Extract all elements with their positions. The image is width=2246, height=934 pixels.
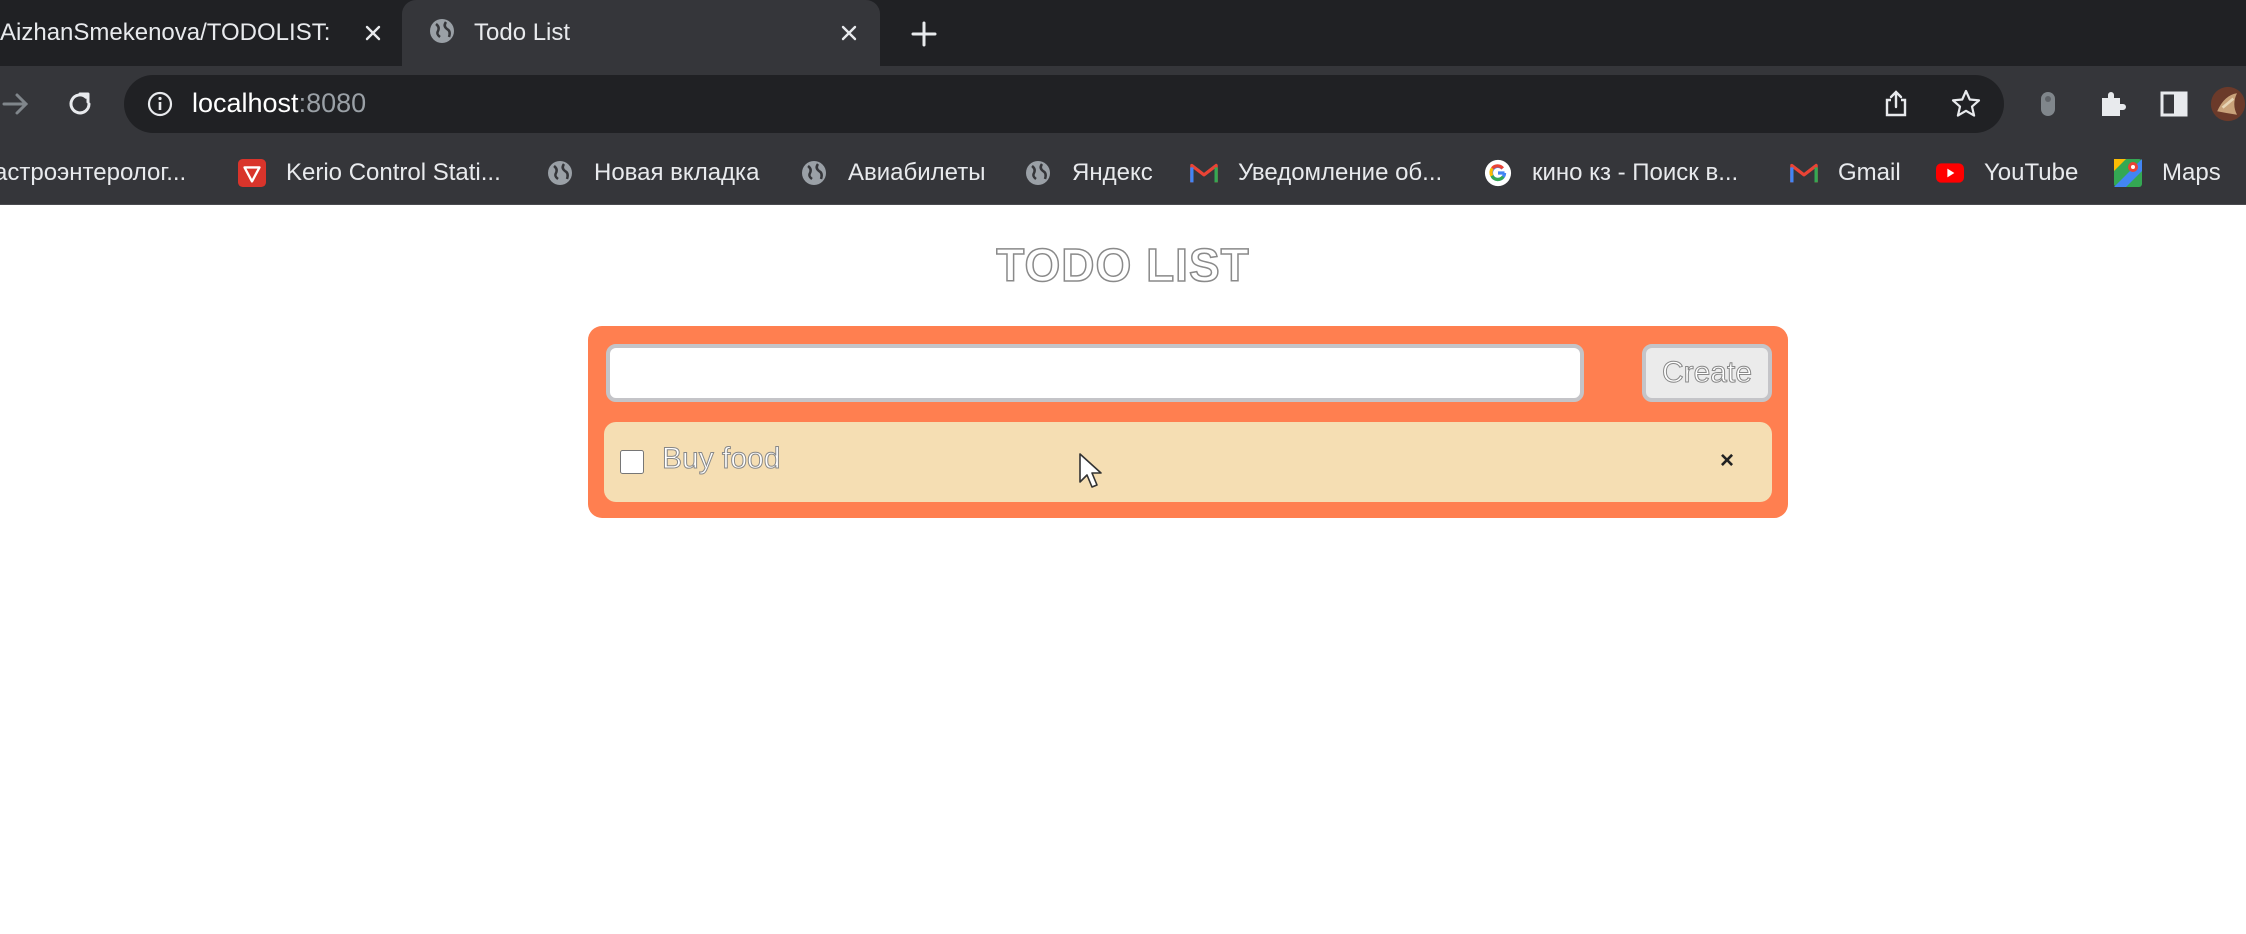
bookmark-item[interactable]: астроэнтеролог... [0,154,186,192]
gmail-icon [1190,159,1218,187]
mouse-cursor-icon [1078,452,1104,495]
globe-icon [546,159,574,187]
side-panel-icon[interactable] [2156,86,2192,122]
bookmark-label: Новая вкладка [594,159,760,186]
share-icon[interactable] [1880,88,1912,125]
bookmark-item[interactable]: Kerio Control Stati... [238,154,501,192]
bookmark-item[interactable]: Авиабилеты [800,154,985,192]
todo-text: Buy food [661,442,781,476]
page-title: TODO LIST [996,238,1250,292]
close-tab-icon[interactable] [834,18,864,48]
globe-icon [800,159,828,187]
todo-container: Create Buy food × [588,326,1788,518]
bookmark-item[interactable]: Maps [2114,154,2221,192]
tab-title: Todo List [474,19,571,46]
create-button[interactable]: Create [1642,344,1772,402]
bookmark-label: Авиабилеты [848,159,986,186]
url-text: localhost:8080 [192,88,367,118]
avatar[interactable] [2210,86,2246,122]
bookmark-label: Maps [2162,159,2221,186]
tab-github[interactable]: AizhanSmekenova/TODOLIST: [0,0,398,66]
bookmark-item[interactable]: Уведомление об... [1190,154,1442,192]
globe-icon [428,17,456,50]
forward-button[interactable] [0,84,36,124]
bookmark-item[interactable]: Яндекс [1024,154,1153,192]
bookmark-item[interactable]: Gmail [1790,154,1901,192]
reload-button[interactable] [60,84,100,124]
gmail-icon [1790,159,1818,187]
google-icon [1484,159,1512,187]
new-tab-button[interactable] [906,16,942,52]
info-icon[interactable] [146,90,174,123]
youtube-icon [1936,159,1964,187]
tab-title: AizhanSmekenova/TODOLIST: [0,19,331,46]
kerio-icon [238,159,266,187]
browser-toolbar: localhost:8080 [0,66,2246,142]
new-todo-input[interactable] [606,344,1584,402]
bookmarks-bar: астроэнтеролог... Kerio Control Stati...… [0,142,2246,205]
tab-strip: AizhanSmekenova/TODOLIST: Todo List [0,0,2246,66]
star-icon[interactable] [1950,88,1982,125]
bookmark-label: YouTube [1984,159,2079,186]
bookmark-item[interactable]: кино кз - Поиск в... [1484,154,1738,192]
delete-todo-icon[interactable]: × [1712,446,1742,476]
bookmark-label: Уведомление об... [1238,159,1443,186]
bookmark-item[interactable]: YouTube [1936,154,2078,192]
maps-icon [2114,159,2142,187]
close-tab-icon[interactable] [358,18,388,48]
todo-checkbox[interactable] [620,450,644,474]
bookmark-label: Яндекс [1072,159,1153,186]
address-bar[interactable]: localhost:8080 [124,75,2004,133]
globe-icon [1024,159,1052,187]
extension-icon[interactable] [2030,86,2066,122]
bookmark-label: Gmail [1838,159,1901,186]
bookmark-label: кино кз - Поиск в... [1532,159,1739,186]
tab-todo-list[interactable]: Todo List [402,0,880,66]
bookmark-item[interactable]: Новая вкладка [546,154,759,192]
bookmark-label: астроэнтеролог... [0,159,187,186]
todo-item: Buy food × [604,422,1772,502]
bookmark-label: Kerio Control Stati... [286,159,501,186]
puzzle-icon[interactable] [2094,86,2130,122]
